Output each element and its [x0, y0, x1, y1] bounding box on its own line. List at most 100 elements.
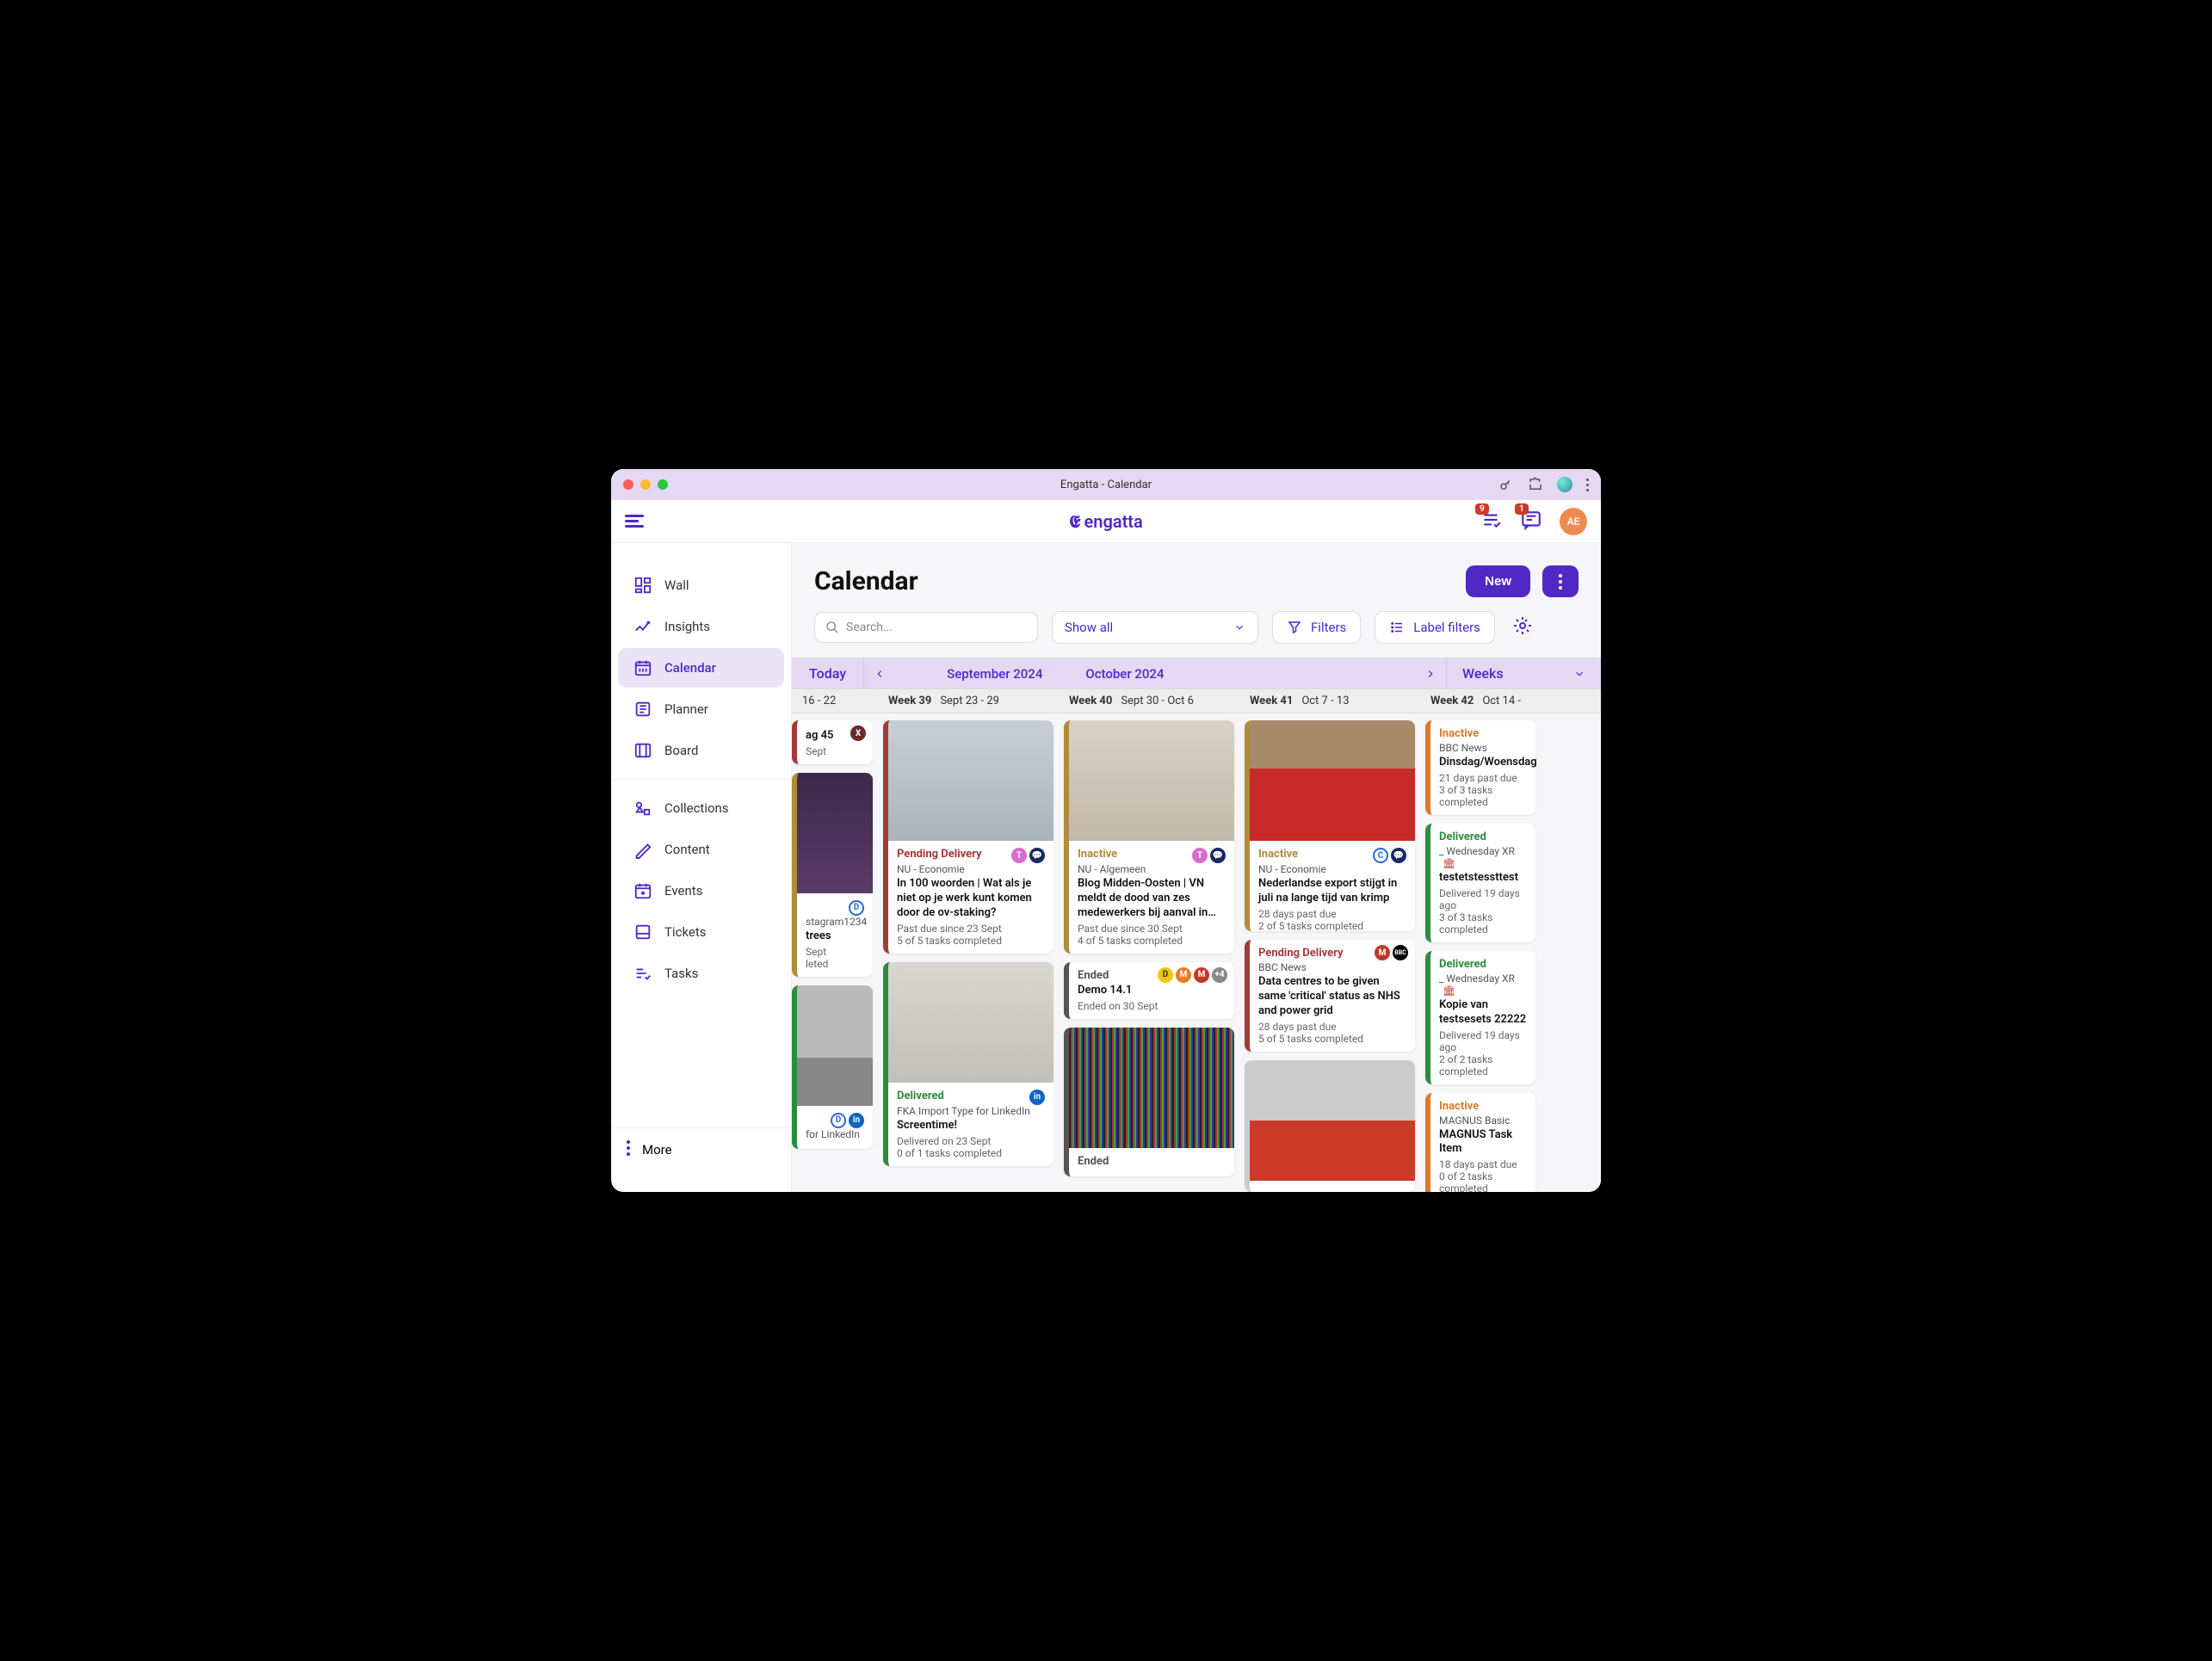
sidebar-item-label: Collections [664, 800, 729, 816]
card-meta: 2 of 2 tasks completed [1439, 1053, 1527, 1077]
logo[interactable]: 𝕰engatta [1069, 511, 1143, 532]
card-title: In 100 woorden | Wat als je niet op je w… [897, 877, 1045, 921]
card-meta: 18 days past due [1439, 1158, 1527, 1170]
sidebar-item-label: Insights [664, 619, 710, 634]
globe-icon[interactable] [1557, 477, 1572, 492]
sidebar-item-content[interactable]: Content [618, 830, 784, 869]
calendar-card[interactable]: Pending DeliveryMBBCBBC NewsData centres… [1245, 940, 1415, 1052]
sidebar-item-label: Wall [664, 577, 689, 593]
tickets-icon [633, 923, 652, 942]
card-source: MAGNUS Basic [1439, 1115, 1527, 1127]
card-status: Delivered [1439, 830, 1486, 843]
sidebar-item-label: Tasks [664, 966, 698, 981]
search-input[interactable]: Search... [814, 612, 1038, 643]
card-source: NU - Economie [1258, 863, 1406, 875]
sidebar-item-calendar[interactable]: Calendar [618, 648, 784, 688]
calendar-card[interactable]: InactiveT💬NU - AlgemeenBlog Midden-Ooste… [1064, 720, 1234, 954]
tag-icon: in [1029, 1090, 1045, 1105]
card-title: Dinsdag/Woensdag [1439, 756, 1527, 770]
calendar-card[interactable]: Xag 45Sept [792, 720, 873, 764]
sidebar-item-tasks[interactable]: Tasks [618, 954, 784, 993]
filters-button[interactable]: Filters [1272, 611, 1361, 644]
sidebar-toggle[interactable] [625, 509, 649, 534]
next-button[interactable] [1415, 658, 1446, 688]
calendar-card[interactable]: Dinfor LinkedIn [792, 985, 873, 1149]
label-filters-button[interactable]: Label filters [1375, 611, 1495, 644]
card-source: for LinkedIn [806, 1128, 864, 1140]
sidebar-more[interactable]: More [611, 1127, 791, 1171]
card-meta: leted [806, 958, 864, 970]
calendar-card[interactable]: InactiveMAGNUS BasicMAGNUS Task Item18 d… [1425, 1093, 1535, 1192]
card-meta: Past due since 23 Sept [897, 923, 1045, 935]
page-menu-button[interactable] [1542, 565, 1579, 597]
week-header: 16 - 22Week 39Sept 23 - 29Week 40Sept 30… [792, 689, 1601, 713]
key-icon[interactable] [1498, 477, 1514, 492]
week-header-cell: Week 40Sept 30 - Oct 6 [1059, 689, 1239, 713]
card-image [1250, 1060, 1415, 1181]
sidebar-item-wall[interactable]: Wall [618, 565, 784, 605]
new-button[interactable]: New [1466, 565, 1530, 597]
week-header-cell: Week 42Oct 14 - [1420, 689, 1541, 713]
card-source: FKA Import Type for LinkedIn [897, 1105, 1045, 1117]
week-column: InactiveBBC NewsDinsdag/Woensdag21 days … [1420, 720, 1541, 1192]
insights-icon [633, 617, 652, 636]
gear-icon [1512, 615, 1533, 636]
card-meta: 3 of 3 tasks completed [1439, 784, 1527, 808]
view-select[interactable]: Weeks [1446, 658, 1601, 688]
calendar-card[interactable] [1245, 1060, 1415, 1192]
calendar-card[interactable]: Pending DeliveryT💬NU - EconomieIn 100 wo… [883, 720, 1053, 954]
tag-icon: +4 [1212, 967, 1227, 983]
calendar-card[interactable]: EndedDMM+4Demo 14.1Ended on 30 Sept [1064, 962, 1234, 1019]
minimize-window[interactable] [640, 479, 651, 490]
show-select[interactable]: Show all [1052, 611, 1258, 644]
card-meta: 21 days past due [1439, 772, 1527, 784]
sidebar-item-label: Board [664, 743, 698, 758]
maximize-window[interactable] [658, 479, 668, 490]
card-status: Pending Delivery [897, 848, 982, 861]
calendar-card[interactable]: Ended [1064, 1028, 1234, 1176]
today-button[interactable]: Today [792, 658, 864, 688]
browser-menu[interactable] [1586, 479, 1589, 491]
calendar-card[interactable]: Delivered_ Wednesday XR 🏛Kopie van tests… [1425, 951, 1535, 1084]
card-meta: 4 of 5 tasks completed [1078, 935, 1226, 947]
prev-button[interactable] [864, 658, 895, 688]
events-icon [633, 881, 652, 900]
card-title: Blog Midden-Oosten | VN meldt de dood va… [1078, 877, 1226, 921]
card-tags: T💬 [1011, 848, 1045, 863]
sidebar-item-planner[interactable]: Planner [618, 689, 784, 729]
page-title: Calendar [814, 566, 918, 596]
card-meta: Sept [806, 745, 864, 757]
sidebar-item-tickets[interactable]: Tickets [618, 912, 784, 952]
sidebar-item-board[interactable]: Board [618, 731, 784, 770]
close-window[interactable] [623, 479, 633, 490]
more-icon [627, 1140, 630, 1159]
extension-icon[interactable] [1528, 477, 1543, 492]
card-status: Delivered [1439, 958, 1486, 971]
titlebar-actions [1498, 477, 1589, 492]
card-image [1069, 1028, 1234, 1148]
list-icon [1389, 620, 1405, 635]
calendar-card[interactable]: Dstagram1234treesSeptleted [792, 773, 873, 977]
sidebar-item-insights[interactable]: Insights [618, 607, 784, 646]
tag-icon: in [849, 1113, 864, 1128]
avatar[interactable]: AE [1560, 508, 1587, 535]
card-meta: Past due since 30 Sept [1078, 923, 1226, 935]
calendar-card[interactable]: InactiveC💬NU - EconomieNederlandse expor… [1245, 720, 1415, 931]
collections-icon [633, 799, 652, 818]
window-controls [623, 479, 668, 490]
calendar-card[interactable]: InactiveBBC NewsDinsdag/Woensdag21 days … [1425, 720, 1535, 815]
settings-button[interactable] [1512, 615, 1533, 639]
sidebar-item-events[interactable]: Events [618, 871, 784, 911]
week-column: InactiveT💬NU - AlgemeenBlog Midden-Ooste… [1059, 720, 1239, 1192]
calendar-card[interactable]: DeliveredinFKA Import Type for LinkedInS… [883, 962, 1053, 1166]
calendar-card[interactable]: Delivered_ Wednesday XR 🏛testetstessttes… [1425, 824, 1535, 942]
week-header-cell: Week 41Oct 7 - 13 [1239, 689, 1420, 713]
approvals-button[interactable]: 9 [1480, 509, 1503, 534]
card-status: Ended [1078, 969, 1109, 982]
sidebar-item-collections[interactable]: Collections [618, 788, 784, 828]
card-title: trees [806, 929, 864, 944]
messages-button[interactable]: 1 [1520, 509, 1542, 534]
card-meta: 5 of 5 tasks completed [1258, 1033, 1406, 1045]
card-meta: 0 of 2 tasks completed [1439, 1170, 1527, 1192]
card-status: Ended [1078, 1155, 1109, 1168]
